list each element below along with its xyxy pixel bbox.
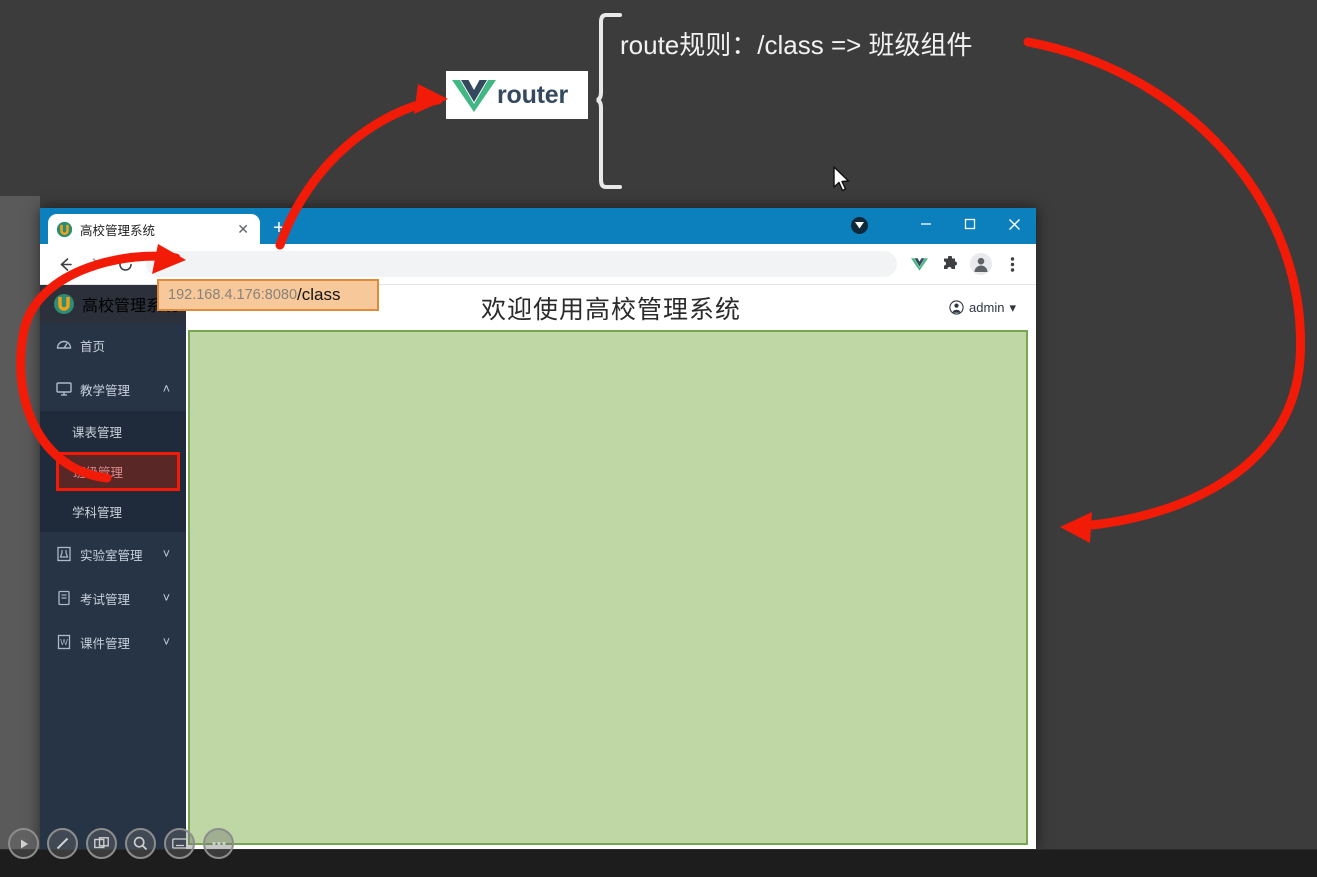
reload-icon — [118, 256, 132, 271]
url-highlight-annotation: 192.168.4.176:8080 /class — [157, 279, 379, 311]
arrow-right-icon — [88, 257, 100, 271]
kebab-menu-icon[interactable] — [998, 250, 1026, 278]
window-capture-icon[interactable] — [86, 828, 117, 859]
window-controls — [904, 208, 1036, 240]
address-bar[interactable] — [146, 251, 897, 277]
mouse-cursor-icon — [833, 166, 850, 192]
chevron-down-icon — [855, 222, 864, 229]
sidebar-subitem-label: 班级管理 — [73, 466, 124, 480]
desktop-left-strip — [0, 196, 40, 849]
sidebar-subitem-class[interactable]: 班级管理 — [56, 452, 180, 491]
play-icon[interactable] — [8, 828, 39, 859]
user-icon — [949, 300, 964, 315]
svg-text:W: W — [60, 638, 68, 647]
vue-devtools-icon[interactable] — [905, 250, 933, 278]
sidebar-subitem-label: 学科管理 — [72, 506, 123, 520]
url-host: 192.168.4.176:8080 — [168, 287, 298, 303]
user-name: admin — [969, 300, 1005, 315]
screenshot-stage: router route规则：/class => 班级组件 高校管理系统 ✕ + — [0, 0, 1317, 877]
route-rule-annotation: route规则：/class => 班级组件 — [620, 30, 973, 60]
exam-icon — [58, 590, 70, 606]
courseware-icon: W — [57, 634, 71, 650]
app-content-column: 欢迎使用高校管理系统 admin ▾ — [186, 285, 1036, 849]
back-button[interactable] — [50, 249, 80, 279]
dashboard-icon — [56, 340, 72, 349]
lab-icon — [57, 546, 71, 562]
sidebar-item-label: 课件管理 — [80, 636, 131, 651]
more-ellipsis-icon[interactable] — [203, 828, 234, 859]
vue-router-label: router — [497, 80, 569, 109]
profile-avatar-icon[interactable] — [967, 250, 995, 278]
sidebar-subitem-label: 课表管理 — [72, 426, 123, 440]
chevron-down-icon: ˅ — [162, 547, 170, 561]
sidebar-subitem-schedule[interactable]: 课表管理 — [40, 411, 186, 452]
tab-search-button[interactable] — [851, 217, 868, 234]
magnifier-icon[interactable] — [125, 828, 156, 859]
chevron-down-icon: ▾ — [1009, 299, 1016, 315]
url-path: /class — [297, 285, 341, 304]
sidebar-item-label: 考试管理 — [80, 592, 131, 607]
chevron-down-icon: ˅ — [162, 635, 170, 649]
app-body: 高校管理系统 首页 教学管理 ˄ 课表管理 班级管理 学科管理 实验室管理 ˅ … — [40, 285, 1036, 849]
recorder-toolbar — [8, 828, 234, 859]
sidebar-subitem-subject[interactable]: 学科管理 — [40, 491, 186, 532]
router-view-outlet — [188, 330, 1028, 845]
app-sidebar: 高校管理系统 首页 教学管理 ˄ 课表管理 班级管理 学科管理 实验室管理 ˅ … — [40, 285, 186, 849]
pen-icon[interactable] — [47, 828, 78, 859]
monitor-icon — [56, 382, 72, 396]
tab-title: 高校管理系统 — [80, 223, 156, 238]
reload-button[interactable] — [110, 249, 140, 279]
site-favicon-icon — [56, 221, 73, 237]
toolbar-extension-icons — [905, 250, 1026, 278]
vue-router-logo-badge: router — [446, 71, 588, 119]
arrow-left-icon — [60, 257, 72, 271]
sidebar-item-label: 教学管理 — [80, 383, 131, 398]
forward-button[interactable] — [80, 249, 110, 279]
sidebar-item-label: 首页 — [80, 339, 106, 354]
maximize-icon — [964, 218, 976, 230]
sidebar-item-label: 实验室管理 — [80, 548, 143, 563]
browser-tab[interactable]: 高校管理系统 ✕ — [48, 214, 260, 244]
sidebar-submenu-teaching: 课表管理 班级管理 学科管理 — [40, 411, 186, 532]
sidebar-item-exam[interactable]: 考试管理 ˅ — [40, 576, 186, 620]
browser-titlebar: 高校管理系统 ✕ + — [40, 208, 1036, 244]
sidebar-item-home[interactable]: 首页 — [40, 323, 186, 367]
app-logo-icon — [54, 294, 74, 314]
sidebar-item-courseware[interactable]: W 课件管理 ˅ — [40, 620, 186, 664]
keyboard-icon[interactable] — [164, 828, 195, 859]
sidebar-item-lab[interactable]: 实验室管理 ˅ — [40, 532, 186, 576]
new-tab-button[interactable]: + — [266, 216, 292, 242]
puzzle-icon[interactable] — [936, 250, 964, 278]
browser-toolbar: 192.168.4.176:8080 /class — [40, 244, 1036, 311]
minimize-icon — [921, 223, 931, 225]
maximize-button[interactable] — [948, 208, 992, 240]
vue-logo-icon — [452, 80, 496, 112]
user-menu[interactable]: admin ▾ — [949, 300, 1016, 316]
close-icon — [1008, 218, 1020, 230]
minimize-button[interactable] — [904, 208, 948, 240]
browser-window: 高校管理系统 ✕ + 192.168.4.176:8080 /class 高校管… — [40, 208, 1036, 849]
sidebar-item-teaching[interactable]: 教学管理 ˄ — [40, 367, 186, 411]
close-window-button[interactable] — [992, 208, 1036, 240]
chevron-down-icon: ˅ — [162, 591, 170, 605]
close-icon[interactable]: ✕ — [234, 220, 252, 238]
chevron-up-icon: ˄ — [162, 382, 170, 396]
